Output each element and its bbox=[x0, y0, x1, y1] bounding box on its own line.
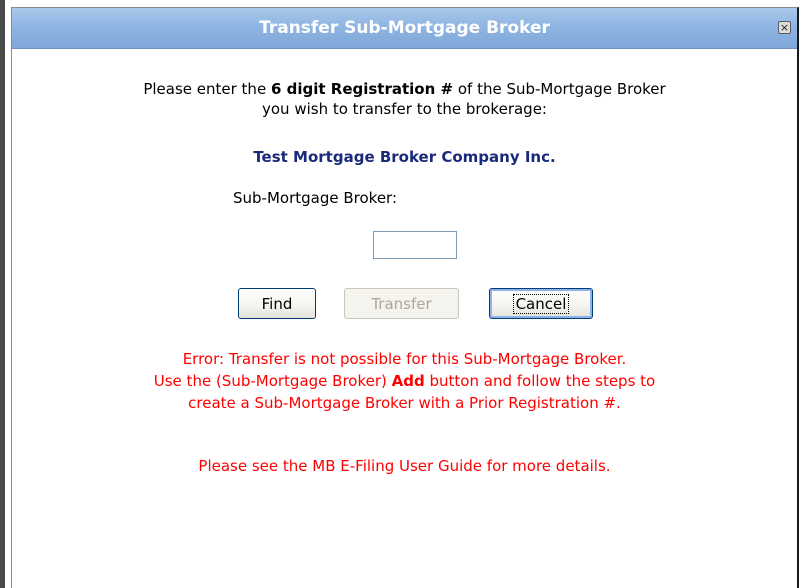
dialog-titlebar[interactable]: Transfer Sub-Mortgage Broker × bbox=[12, 8, 797, 49]
screen: Transfer Sub-Mortgage Broker × Please en… bbox=[0, 0, 804, 588]
transfer-button[interactable]: Transfer bbox=[344, 288, 459, 319]
sub-mortgage-broker-label: Sub-Mortgage Broker: bbox=[233, 189, 398, 207]
user-guide-note: Please see the MB E-Filing User Guide fo… bbox=[198, 457, 611, 475]
error-line1: Error: Transfer is not possible for this… bbox=[182, 350, 627, 368]
error-add-bold: Add bbox=[391, 372, 425, 390]
dialog-title: Transfer Sub-Mortgage Broker bbox=[259, 18, 550, 38]
error-line3: create a Sub-Mortgage Broker with a Prio… bbox=[188, 394, 621, 412]
cancel-button-label: Cancel bbox=[512, 293, 570, 314]
close-icon[interactable]: × bbox=[778, 21, 791, 34]
transfer-dialog: Transfer Sub-Mortgage Broker × Please en… bbox=[11, 7, 799, 588]
instruction-part1: Please enter the bbox=[143, 80, 271, 98]
instruction-line2: you wish to transfer to the brokerage: bbox=[262, 100, 547, 118]
error-line2-pre: Use the (Sub-Mortgage Broker) bbox=[153, 372, 392, 390]
cancel-button[interactable]: Cancel bbox=[489, 288, 593, 319]
dialog-body: Please enter the 6 digit Registration # … bbox=[12, 49, 797, 588]
instruction-bold: 6 digit Registration # bbox=[270, 80, 454, 98]
instruction-part2: of the Sub-Mortgage Broker bbox=[453, 80, 666, 98]
error-line2-post: button and follow the steps to bbox=[424, 372, 656, 390]
company-name: Test Mortgage Broker Company Inc. bbox=[253, 148, 556, 166]
registration-number-input[interactable] bbox=[373, 231, 457, 259]
find-button[interactable]: Find bbox=[238, 288, 316, 319]
error-message: Error: Transfer is not possible for this… bbox=[12, 348, 797, 414]
instruction-text: Please enter the 6 digit Registration # … bbox=[12, 79, 797, 119]
